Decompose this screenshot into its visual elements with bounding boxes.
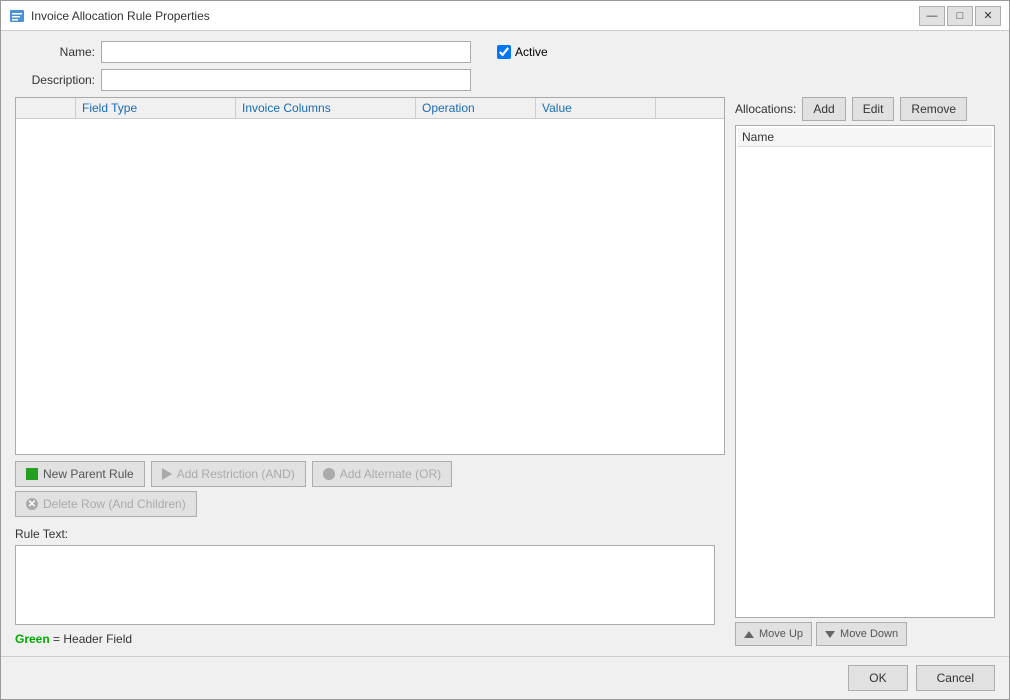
grid-col-field-type: Field Type [76, 98, 236, 118]
up-arrow-icon [744, 631, 754, 638]
allocations-remove-button[interactable]: Remove [900, 97, 967, 121]
circle-icon [323, 468, 335, 480]
new-parent-rule-button[interactable]: New Parent Rule [15, 461, 145, 487]
window-title: Invoice Allocation Rule Properties [31, 9, 919, 23]
allocations-header: Allocations: Add Edit Remove [735, 97, 995, 121]
allocations-edit-button[interactable]: Edit [852, 97, 895, 121]
title-bar: Invoice Allocation Rule Properties — □ ✕ [1, 1, 1009, 31]
rules-grid: Field Type Invoice Columns Operation Val… [15, 97, 725, 455]
grid-col-icon [16, 98, 76, 118]
legend-equals-text: = Header Field [53, 632, 132, 646]
green-square-icon [26, 468, 38, 480]
triangle-icon [162, 468, 172, 480]
move-buttons: Move Up Move Down [735, 622, 995, 646]
close-button[interactable]: ✕ [975, 6, 1001, 26]
delete-row-button[interactable]: ✕ Delete Row (And Children) [15, 491, 197, 517]
main-window: Invoice Allocation Rule Properties — □ ✕… [0, 0, 1010, 700]
legend: Green = Header Field [15, 632, 725, 646]
right-section: Allocations: Add Edit Remove Name Move U… [735, 97, 995, 646]
allocations-label: Allocations: [735, 102, 796, 116]
name-input[interactable] [101, 41, 471, 63]
active-checkbox[interactable] [497, 45, 511, 59]
grid-col-value: Value [536, 98, 656, 118]
cancel-button[interactable]: Cancel [916, 665, 995, 691]
window-controls: — □ ✕ [919, 6, 1001, 26]
move-up-label: Move Up [759, 628, 803, 640]
minimize-button[interactable]: — [919, 6, 945, 26]
description-input[interactable] [101, 69, 471, 91]
add-restriction-button[interactable]: Add Restriction (AND) [151, 461, 306, 487]
description-label: Description: [15, 73, 95, 87]
rule-text-label: Rule Text: [15, 527, 725, 541]
name-label: Name: [15, 45, 95, 59]
grid-header: Field Type Invoice Columns Operation Val… [16, 98, 724, 119]
action-row-1: New Parent Rule Add Restriction (AND) Ad… [15, 461, 725, 487]
allocations-col-header: Name [738, 128, 992, 147]
allocations-add-button[interactable]: Add [802, 97, 845, 121]
add-alternate-label: Add Alternate (OR) [340, 467, 441, 481]
main-section: Field Type Invoice Columns Operation Val… [15, 97, 995, 646]
move-down-button[interactable]: Move Down [816, 622, 907, 646]
legend-green-text: Green [15, 632, 50, 646]
active-area: Active [497, 45, 548, 59]
active-label: Active [515, 45, 548, 59]
action-row-2: ✕ Delete Row (And Children) [15, 491, 725, 517]
rule-text-input[interactable] [15, 545, 715, 625]
delete-row-label: Delete Row (And Children) [43, 497, 186, 511]
new-parent-rule-label: New Parent Rule [43, 467, 134, 481]
add-alternate-button[interactable]: Add Alternate (OR) [312, 461, 452, 487]
move-down-label: Move Down [840, 628, 898, 640]
grid-col-operation: Operation [416, 98, 536, 118]
window-icon [9, 8, 25, 24]
down-arrow-icon [825, 631, 835, 638]
left-section: Field Type Invoice Columns Operation Val… [15, 97, 725, 646]
grid-body [16, 119, 724, 319]
delete-icon: ✕ [26, 498, 38, 510]
description-row: Description: [15, 69, 995, 91]
rule-text-section: Rule Text: [15, 527, 725, 628]
grid-col-invoice-columns: Invoice Columns [236, 98, 416, 118]
add-restriction-label: Add Restriction (AND) [177, 467, 295, 481]
name-row: Name: Active [15, 41, 995, 63]
allocations-list: Name [735, 125, 995, 618]
ok-button[interactable]: OK [848, 665, 907, 691]
move-up-button[interactable]: Move Up [735, 622, 812, 646]
maximize-button[interactable]: □ [947, 6, 973, 26]
footer: OK Cancel [1, 656, 1009, 699]
main-content: Name: Active Description: Field Type Inv… [1, 31, 1009, 656]
